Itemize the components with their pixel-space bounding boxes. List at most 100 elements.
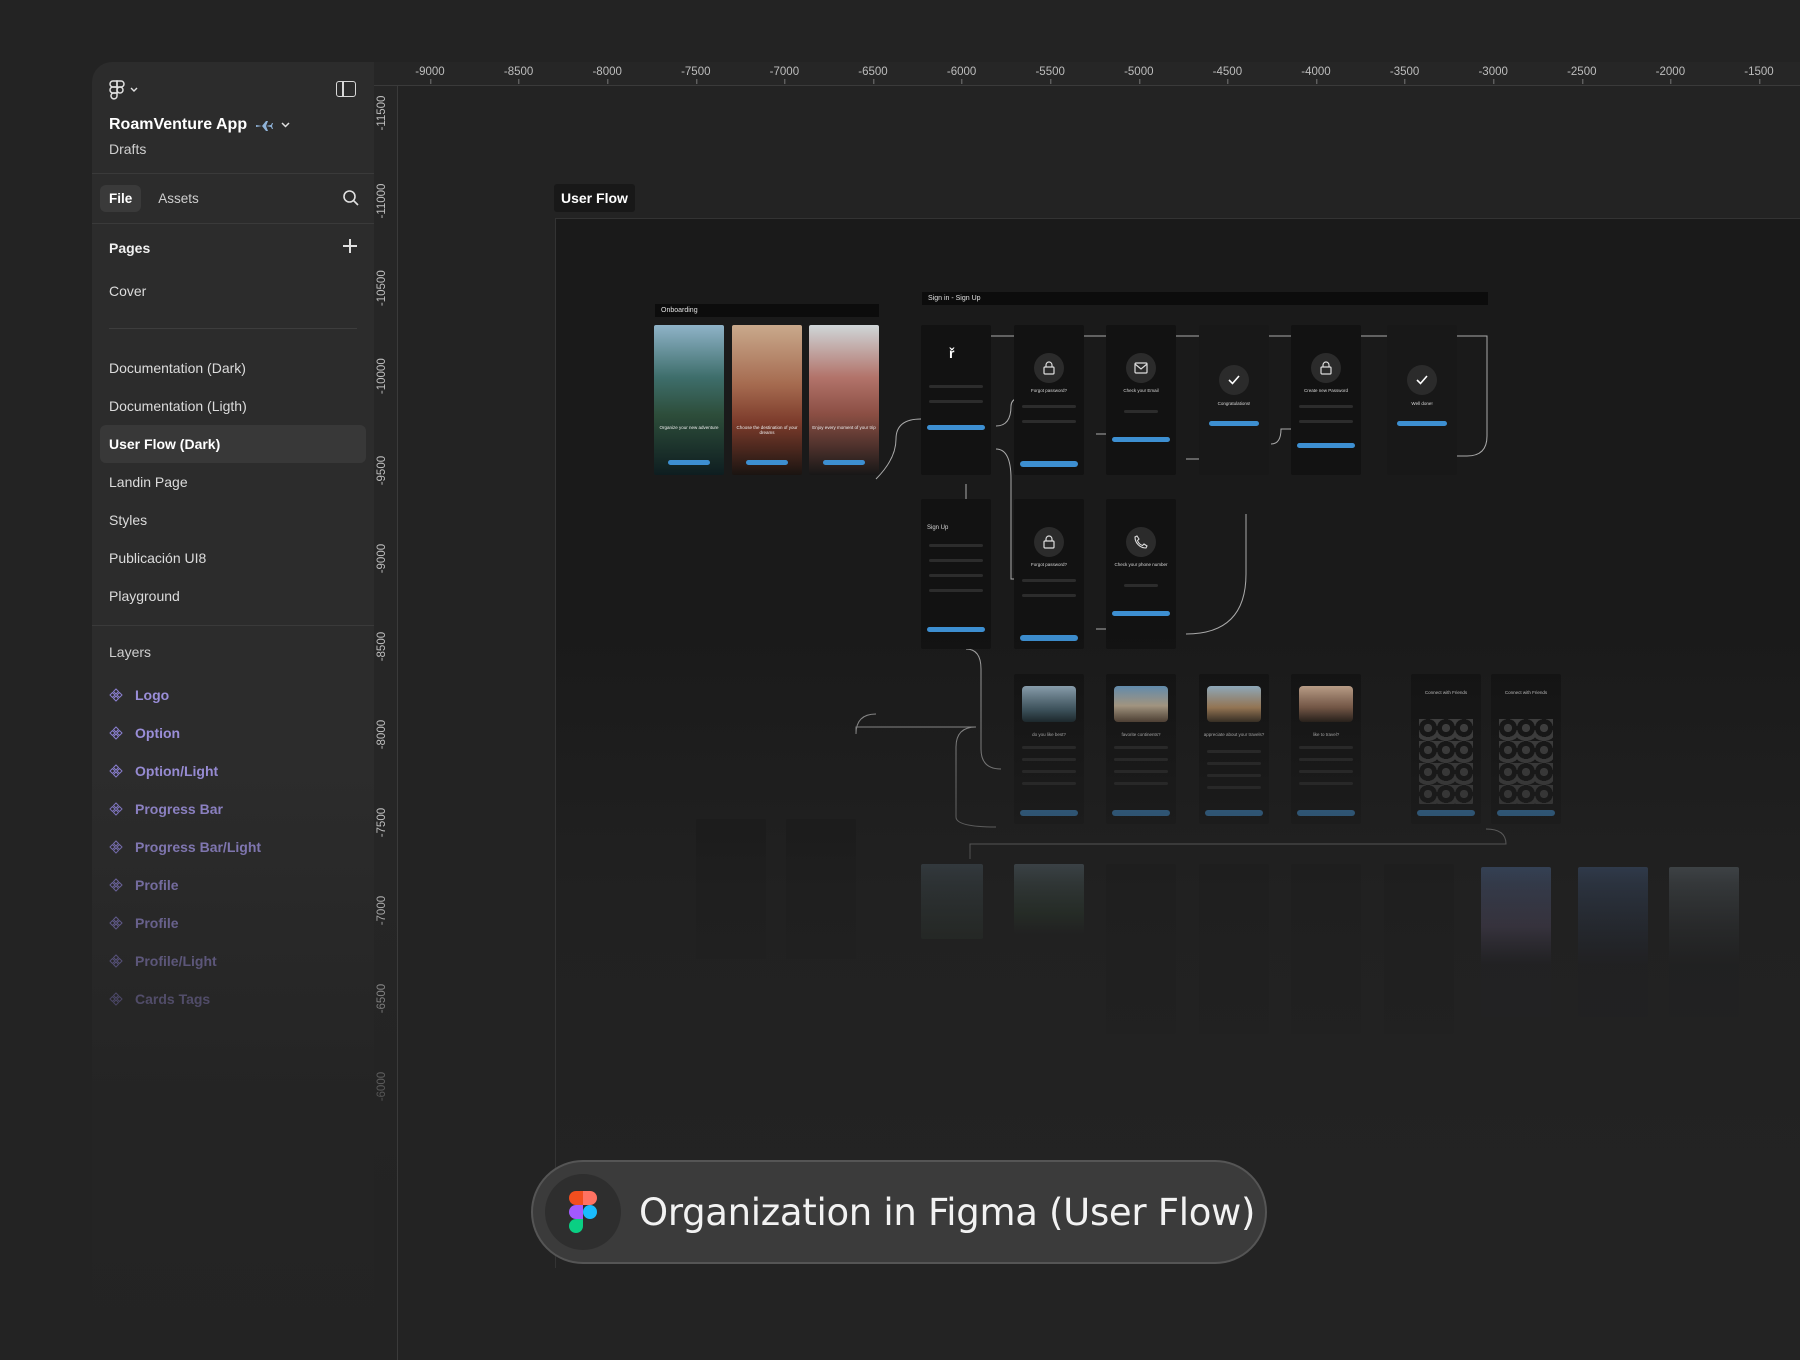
banner-text: Organization in Figma (User Flow): [639, 1190, 1256, 1234]
component-icon: [109, 878, 123, 892]
signin-screen[interactable]: ř: [921, 325, 991, 475]
forgot-password-screen[interactable]: Forgot password?: [1014, 325, 1084, 475]
well-done-screen[interactable]: Well done!: [1387, 325, 1457, 475]
layers-title: Layers: [109, 644, 152, 660]
figma-logo-icon: [545, 1174, 621, 1250]
page-item-documentation-light[interactable]: Documentation (Ligth): [100, 387, 366, 425]
destination-hero[interactable]: [1014, 864, 1084, 934]
continue-button[interactable]: [1020, 461, 1078, 467]
layer-item[interactable]: Cards Tags: [92, 980, 374, 1018]
destination-detail-screen[interactable]: [1578, 867, 1648, 1017]
frame-label[interactable]: User Flow: [554, 184, 635, 212]
create-password-screen[interactable]: Create new Password: [1291, 325, 1361, 475]
project-title[interactable]: RoamVenture App: [109, 116, 290, 134]
ruler-tick-label: -7000: [770, 62, 799, 84]
left-sidebar: RoamVenture App Drafts File Assets Pages…: [92, 62, 374, 1360]
layers-list: Logo Option Option/Light Progress Bar Progre…: [92, 676, 374, 1018]
ruler-tick-label: -3500: [1390, 62, 1419, 84]
signin-button[interactable]: [927, 425, 985, 430]
layer-label: Progress Bar/Light: [135, 839, 262, 855]
connect-friends-screen-1[interactable]: Connect with Friends: [1411, 674, 1481, 824]
layer-item[interactable]: Logo: [92, 676, 374, 714]
layer-item[interactable]: Progress Bar/Light: [92, 828, 374, 866]
next-button[interactable]: [1020, 810, 1078, 816]
layer-item[interactable]: Option/Light: [92, 752, 374, 790]
next-button[interactable]: [1297, 810, 1355, 816]
component-icon: [109, 954, 123, 968]
page-item-playground[interactable]: Playground: [100, 577, 366, 615]
layer-item[interactable]: Progress Bar: [92, 790, 374, 828]
profile-screen[interactable]: [696, 819, 766, 959]
page-item-documentation-dark[interactable]: Documentation (Dark): [100, 349, 366, 387]
page-item-user-flow-dark[interactable]: User Flow (Dark): [100, 425, 366, 463]
ruler-tick-label: -2000: [1656, 62, 1685, 84]
stats-screen[interactable]: [786, 819, 856, 959]
layer-item[interactable]: Option: [92, 714, 374, 752]
component-icon: [109, 840, 123, 854]
page-item-publicacion-ui8[interactable]: Publicación UI8: [100, 539, 366, 577]
trip-mood-screen[interactable]: [1384, 864, 1454, 1034]
create-trip-screen-2[interactable]: [1199, 864, 1269, 1034]
ruler-tick-label: -9000: [415, 62, 445, 84]
continue-button[interactable]: [1020, 635, 1078, 641]
layer-label: Cards Tags: [135, 991, 211, 1007]
signup-screen[interactable]: Sign Up: [921, 499, 991, 649]
toggle-sidebar-icon[interactable]: [336, 81, 356, 97]
ruler-tick-label: -11500: [376, 95, 388, 131]
continue-button[interactable]: [1397, 421, 1447, 426]
check-icon: [1219, 365, 1249, 395]
question-screen-1[interactable]: do you like best?: [1014, 674, 1084, 824]
forgot-password-phone-screen[interactable]: Forgot password?: [1014, 499, 1084, 649]
ruler-tick-label: -7000: [376, 895, 388, 926]
user-flow-frame[interactable]: Onboarding Sign in - Sign Up Organize yo…: [555, 218, 1800, 1268]
save-button[interactable]: [1297, 443, 1355, 448]
signup-button[interactable]: [927, 627, 985, 632]
airplane-icon: [256, 121, 274, 131]
create-trip-screen-1[interactable]: [1106, 864, 1176, 1034]
question-screen-3[interactable]: appreciate about your travels?: [1199, 674, 1269, 824]
ruler-tick-label: -10500: [376, 270, 388, 307]
layer-label: Logo: [135, 687, 170, 703]
onboarding-next-button[interactable]: [668, 460, 710, 465]
layer-item[interactable]: Profile: [92, 904, 374, 942]
chevron-down-icon: [130, 87, 138, 92]
search-icon[interactable]: [342, 189, 360, 207]
add-page-icon[interactable]: [342, 238, 358, 254]
check-email-screen[interactable]: Check your Email: [1106, 325, 1176, 475]
onboarding-screen-3[interactable]: Enjoy every moment of your trip: [809, 325, 879, 475]
main-menu-button[interactable]: [108, 80, 138, 100]
continue-button[interactable]: [1209, 421, 1259, 426]
connect-friends-screen-2[interactable]: Connect with Friends: [1491, 674, 1561, 824]
layer-item[interactable]: Profile: [92, 866, 374, 904]
page-item-cover[interactable]: Cover: [100, 272, 366, 310]
horizontal-ruler: -9000 -8500 -8000 -7500 -7000 -6500 -6000 -5500…: [374, 62, 1800, 86]
tab-file[interactable]: File: [100, 185, 142, 212]
next-button[interactable]: [1112, 810, 1170, 816]
question-screen-2[interactable]: favorite continents?: [1106, 674, 1176, 824]
congratulations-screen[interactable]: Congratulations!: [1199, 325, 1269, 475]
pages-header: Pages: [92, 224, 374, 272]
next-button[interactable]: [1205, 810, 1263, 816]
question-screen-4[interactable]: like to travel?: [1291, 674, 1361, 824]
verify-button[interactable]: [1112, 437, 1170, 442]
onboarding-screen-1[interactable]: Organize your new adventure: [654, 325, 724, 475]
destination-card[interactable]: [921, 864, 983, 939]
continue-button[interactable]: [1417, 810, 1475, 816]
onboarding-screen-2[interactable]: Choose the destination of your dreams: [732, 325, 802, 475]
ruler-tick-label: -7500: [376, 807, 388, 838]
calendar-screen[interactable]: [1291, 864, 1361, 1034]
onboarding-next-button[interactable]: [823, 460, 865, 465]
check-phone-screen[interactable]: Check your phone number: [1106, 499, 1176, 649]
layer-item[interactable]: Profile/Light: [92, 942, 374, 980]
onboarding-next-button[interactable]: [746, 460, 788, 465]
lock-icon: [1034, 353, 1064, 383]
disney-screen[interactable]: [1481, 867, 1551, 1017]
page-item-styles[interactable]: Styles: [100, 501, 366, 539]
continue-button[interactable]: [1497, 810, 1555, 816]
activities-screen[interactable]: [1669, 867, 1739, 1017]
verify-button[interactable]: [1112, 611, 1170, 616]
page-item-landing-page[interactable]: Landin Page: [100, 463, 366, 501]
ruler-tick-label: -3000: [1478, 62, 1508, 84]
tab-assets[interactable]: Assets: [149, 185, 208, 212]
ruler-tick-label: -8000: [592, 62, 622, 84]
